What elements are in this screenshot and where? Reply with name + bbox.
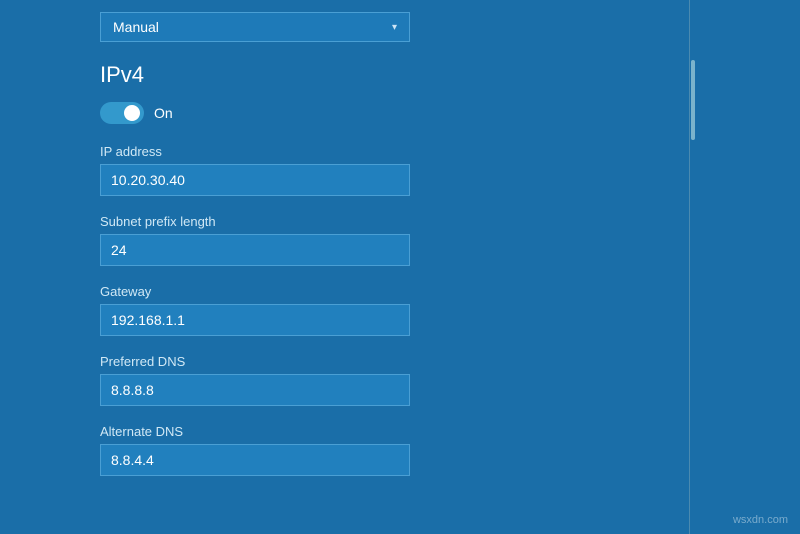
- scrollbar-handle[interactable]: [691, 60, 695, 140]
- dropdown-container: Manual ▾: [100, 12, 776, 42]
- ipv4-toggle[interactable]: [100, 102, 144, 124]
- field-input-2[interactable]: [100, 304, 410, 336]
- field-label-0: IP address: [100, 144, 776, 159]
- ipv4-toggle-row: On: [100, 102, 776, 124]
- scrollbar-track: [689, 0, 690, 534]
- fields-container: IP address Subnet prefix length Gateway Pre…: [100, 144, 776, 476]
- main-content: Manual ▾ IPv4 On IP address Subnet prefix…: [0, 0, 800, 518]
- field-group-4: Alternate DNS: [100, 424, 776, 476]
- field-group-3: Preferred DNS: [100, 354, 776, 406]
- field-label-3: Preferred DNS: [100, 354, 776, 369]
- field-input-1[interactable]: [100, 234, 410, 266]
- field-group-0: IP address: [100, 144, 776, 196]
- field-input-4[interactable]: [100, 444, 410, 476]
- toggle-state-label: On: [154, 105, 173, 121]
- field-group-1: Subnet prefix length: [100, 214, 776, 266]
- ipv4-section-title: IPv4: [100, 62, 776, 88]
- field-label-4: Alternate DNS: [100, 424, 776, 439]
- ip-config-dropdown[interactable]: Manual ▾: [100, 12, 410, 42]
- dropdown-value: Manual: [113, 19, 159, 35]
- field-input-0[interactable]: [100, 164, 410, 196]
- field-label-1: Subnet prefix length: [100, 214, 776, 229]
- watermark: wsxdn.com: [733, 514, 788, 526]
- toggle-thumb: [124, 105, 140, 121]
- field-group-2: Gateway: [100, 284, 776, 336]
- field-input-3[interactable]: [100, 374, 410, 406]
- dropdown-arrow-icon: ▾: [392, 22, 397, 33]
- field-label-2: Gateway: [100, 284, 776, 299]
